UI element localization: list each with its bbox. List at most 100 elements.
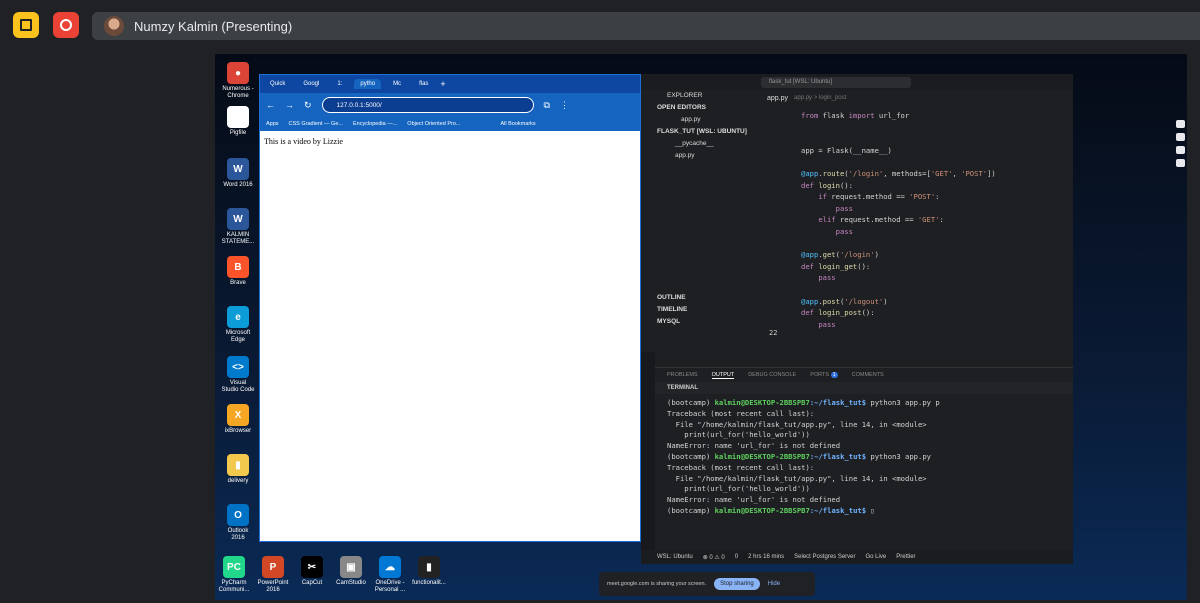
breadcrumb: app.py > login_post [794, 95, 847, 101]
app-icon: ▮ [227, 454, 249, 476]
terminal-output[interactable]: (bootcamp) kalmin@DESKTOP-2BBSPB7:~/flas… [655, 394, 1073, 521]
browser-tab[interactable]: Quick [264, 79, 291, 89]
desktop-icon-label: Microsoft Edge [225, 330, 251, 343]
browser-tab-active[interactable]: pytho [354, 79, 382, 89]
tab-ports[interactable]: PORTS 1 [810, 372, 838, 378]
settings-icon[interactable] [1176, 159, 1185, 167]
tab-output[interactable]: OUTPUT [711, 372, 735, 379]
reload-icon[interactable]: ↻ [304, 100, 312, 111]
mysql-section[interactable]: MYSQL [641, 316, 753, 328]
taskbar-app-label: CamStudio [336, 580, 366, 586]
status-golive[interactable]: Go Live [866, 554, 887, 560]
editor-tab[interactable]: app.py [767, 95, 788, 102]
screen-share-notice: meet.google.com is sharing your screen. … [599, 572, 815, 596]
workspace-section[interactable]: FLASK_TUT [WSL: UBUNTU] [641, 126, 753, 138]
app-icon: ● [227, 62, 249, 84]
desktop-icon-label: Visual Studio Code [221, 380, 255, 393]
app-icon: W [227, 158, 249, 180]
taskbar-app[interactable]: ▮ functionalit... [412, 556, 446, 587]
bottom-panel: PROBLEMS OUTPUT DEBUG CONSOLE PORTS 1 CO… [655, 367, 1073, 549]
desktop-icon-label: Word 2016 [223, 182, 253, 188]
status-ports[interactable]: 0 [735, 554, 738, 560]
taskbar-app[interactable]: ✂ CapCut [295, 556, 329, 587]
hide-button[interactable]: Hide [768, 581, 780, 587]
app-icon: W [227, 208, 249, 230]
taskbar-app-label: OneDrive - Personal ... [374, 580, 406, 593]
bookmark-css-gradient[interactable]: CSS Gradient — Ge... [289, 121, 343, 127]
meet-top-bar: Numzy Kalmin (Presenting) [0, 0, 1200, 50]
back-icon[interactable]: ← [266, 100, 275, 110]
tab-debug-console[interactable]: DEBUG CONSOLE [748, 372, 796, 378]
desktop-icon[interactable]: XixBrowser [221, 404, 255, 435]
desktop-icon[interactable]: ● Numerous - Chrome [221, 62, 255, 100]
extensions-icon[interactable]: ⧉ [544, 100, 550, 111]
code-editor[interactable]: app.py app.py > login_post from flask im… [753, 90, 1073, 352]
record-button[interactable] [53, 12, 79, 38]
taskbar-app[interactable]: ▣ CamStudio [334, 556, 368, 587]
app-icon: O [227, 504, 249, 526]
status-bar: WSL: Ubuntu ⊗ 0 ⚠ 0 0 2 hrs 16 mins Sele… [641, 550, 1073, 564]
open-editors-section[interactable]: OPEN EDITORS [641, 102, 753, 114]
share-notice-text: meet.google.com is sharing your screen. [607, 581, 707, 587]
desktop-icon[interactable]: W Word 2016 [221, 158, 255, 189]
taskbar-app-label: PowerPoint 2016 [257, 580, 289, 593]
camera-icon[interactable] [1176, 120, 1185, 128]
desktop-icon[interactable]: O Outlook 2016 [221, 504, 255, 542]
menu-icon[interactable]: ⋮ [560, 100, 569, 111]
taskbar-app[interactable]: ☁ OneDrive - Personal ... [373, 556, 407, 594]
bookmark-apps[interactable]: Apps [266, 121, 279, 127]
folder-item[interactable]: __pycache__ [641, 138, 753, 150]
tab-comments[interactable]: COMMENTS [852, 372, 884, 378]
browser-tab[interactable]: flas [413, 79, 434, 89]
desktop-icon[interactable]: e Microsoft Edge [221, 306, 255, 344]
bookmarks-bar: Apps CSS Gradient — Ge... Encyclopedia —… [260, 117, 640, 131]
avatar [104, 16, 124, 36]
bookmark-all[interactable]: All Bookmarks [501, 121, 536, 127]
command-center-search[interactable]: flask_tut [WSL: Ubuntu] [761, 76, 911, 88]
tab-ports-label: PORTS [810, 372, 830, 378]
bookmark-oop[interactable]: Object Oriented Pro... [407, 121, 460, 127]
browser-tab[interactable]: Mc [387, 79, 407, 89]
line-number: 22 [769, 329, 778, 337]
browser-toolbar: ← → ↻ 127.0.0.1:5000/ ⧉ ⋮ [260, 93, 640, 117]
desktop-icon-label: Pigfile [229, 130, 247, 136]
file-item[interactable]: app.py [641, 150, 753, 162]
browser-window: Quick Googl 1: pytho Mc flas + ← → ↻ 127… [259, 74, 641, 542]
timeline-section[interactable]: TIMELINE [641, 304, 753, 316]
present-icon-button[interactable] [13, 12, 39, 38]
shared-screen: ● Numerous - Chrome Pigfile W Word 2016 W KALM… [215, 54, 1187, 600]
status-prettier[interactable]: Prettier [896, 554, 915, 560]
code-content[interactable]: from flask import url_for app = Flask(__… [753, 106, 1073, 330]
app-icon: PC [223, 556, 245, 578]
address-bar[interactable]: 127.0.0.1:5000/ [321, 97, 534, 113]
ports-badge: 1 [830, 372, 838, 378]
desktop-icon[interactable]: <> Visual Studio Code [221, 356, 255, 394]
taskbar-app[interactable]: PC PyCharm Communi... [217, 556, 251, 594]
outline-section[interactable]: OUTLINE [641, 292, 753, 304]
bookmark-encyclopedia[interactable]: Encyclopedia —... [353, 121, 397, 127]
desktop-icon[interactable]: ▮ delivery [221, 454, 255, 485]
stop-sharing-button[interactable]: Stop sharing [714, 578, 760, 590]
explorer-label: EXPLORER [667, 92, 703, 99]
browser-tab[interactable]: 1: [331, 79, 348, 89]
taskbar-app[interactable]: P PowerPoint 2016 [256, 556, 290, 594]
forward-icon[interactable]: → [285, 100, 294, 110]
tab-problems[interactable]: PROBLEMS [667, 372, 698, 378]
open-editor-item[interactable]: app.py [641, 114, 753, 126]
vscode-window: flask_tut [WSL: Ubuntu] EXPLORER OPEN ED… [641, 74, 1073, 564]
browser-tab[interactable]: Googl [297, 79, 325, 89]
status-errors[interactable]: ⊗ 0 ⚠ 0 [703, 554, 725, 561]
desktop-icon[interactable]: W KALMIN STATEME... [221, 208, 255, 246]
page-content: This is a video by Lizzie [260, 131, 640, 152]
app-icon: ☁ [379, 556, 401, 578]
desktop-icon[interactable]: Pigfile [221, 106, 255, 137]
new-tab-icon[interactable]: + [440, 79, 445, 89]
desktop-icon[interactable]: B Brave [221, 256, 255, 287]
desktop-icon-label: ixBrowser [224, 428, 252, 434]
status-db[interactable]: Select Postgres Server [794, 554, 855, 560]
terminal-header[interactable]: TERMINAL [655, 382, 1073, 394]
present-screen-icon[interactable] [1176, 146, 1185, 154]
video-icon[interactable] [1176, 133, 1185, 141]
status-wsl[interactable]: WSL: Ubuntu [657, 554, 693, 560]
presenter-banner: Numzy Kalmin (Presenting) [92, 12, 1200, 40]
